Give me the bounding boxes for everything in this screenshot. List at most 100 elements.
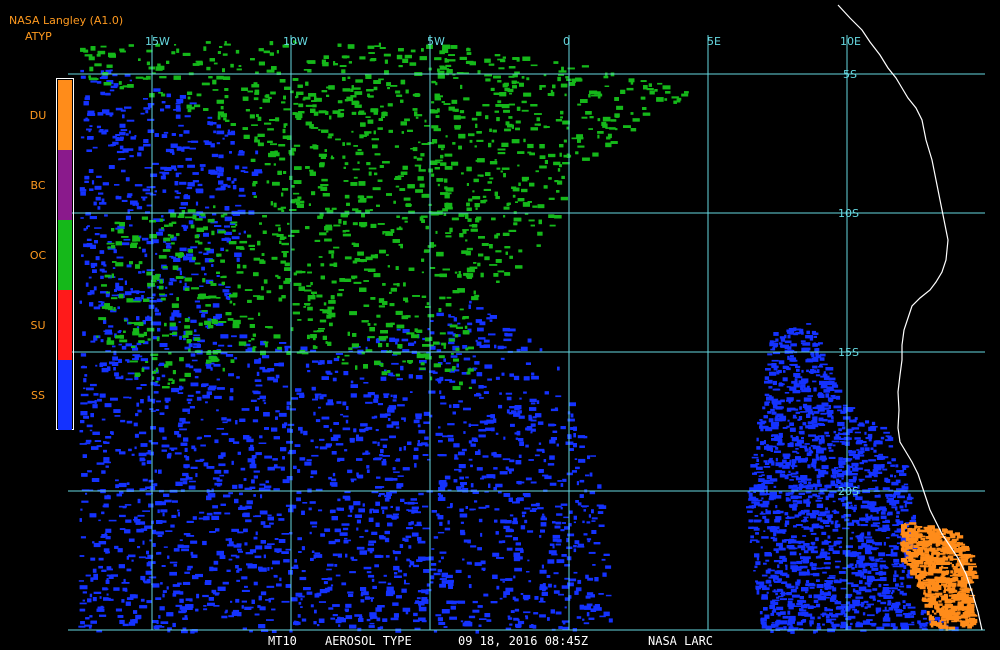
sea-salt-pixel xyxy=(479,618,487,620)
sea-salt-pixel xyxy=(752,472,755,475)
sea-salt-pixel xyxy=(765,368,771,371)
sea-salt-pixel xyxy=(590,594,595,598)
sea-salt-pixel xyxy=(778,369,782,374)
sea-salt-pixel xyxy=(785,497,789,502)
sea-salt-pixel xyxy=(763,466,771,468)
sea-salt-pixel xyxy=(833,540,842,544)
sea-salt-pixel xyxy=(154,483,158,487)
sea-salt-pixel xyxy=(366,469,370,473)
sea-salt-pixel xyxy=(828,456,836,459)
sea-salt-pixel xyxy=(444,527,451,531)
sea-salt-pixel xyxy=(540,517,547,521)
sea-salt-pixel xyxy=(811,566,817,571)
sea-salt-pixel xyxy=(79,300,82,304)
sea-salt-pixel xyxy=(456,353,462,355)
sea-salt-pixel xyxy=(505,466,509,470)
sea-salt-pixel xyxy=(228,373,234,377)
sea-salt-pixel xyxy=(185,363,191,368)
sea-salt-pixel xyxy=(110,397,118,401)
sea-salt-pixel xyxy=(857,423,862,427)
sea-salt-pixel xyxy=(881,571,887,576)
sea-salt-pixel xyxy=(825,525,830,527)
sea-salt-pixel xyxy=(123,578,126,583)
sea-salt-pixel xyxy=(550,609,555,614)
sea-salt-pixel xyxy=(213,363,221,367)
sea-salt-pixel xyxy=(774,519,780,523)
sea-salt-pixel xyxy=(370,598,373,602)
sea-salt-pixel xyxy=(808,424,816,430)
sea-salt-pixel xyxy=(758,585,767,588)
sea-salt-pixel xyxy=(878,571,882,575)
sea-salt-pixel xyxy=(804,571,810,576)
sea-salt-pixel xyxy=(516,348,521,352)
sea-salt-pixel xyxy=(129,79,132,82)
sea-salt-pixel xyxy=(825,615,830,619)
sea-salt-pixel xyxy=(780,598,787,601)
sea-salt-pixel xyxy=(812,606,816,608)
sea-salt-pixel xyxy=(129,155,134,158)
sea-salt-pixel xyxy=(459,513,468,518)
sea-salt-pixel xyxy=(215,528,220,532)
sea-salt-pixel xyxy=(878,594,881,597)
sea-salt-pixel xyxy=(501,372,505,376)
sea-salt-pixel xyxy=(515,437,518,440)
sea-salt-pixel xyxy=(776,509,780,512)
sea-salt-pixel xyxy=(84,175,90,180)
sea-salt-pixel xyxy=(886,512,891,516)
sea-salt-pixel xyxy=(799,426,803,430)
sea-salt-pixel xyxy=(156,620,159,624)
sea-salt-pixel xyxy=(810,616,815,620)
sea-salt-pixel xyxy=(822,623,825,626)
sea-salt-pixel xyxy=(175,105,181,110)
sea-salt-pixel xyxy=(240,467,246,471)
sea-salt-pixel xyxy=(199,285,204,287)
sea-salt-pixel xyxy=(285,504,294,507)
sea-salt-pixel xyxy=(135,202,139,206)
sea-salt-pixel xyxy=(776,627,783,630)
sea-salt-pixel xyxy=(539,348,543,352)
sea-salt-pixel xyxy=(850,504,853,507)
sea-salt-pixel xyxy=(790,355,794,358)
sea-salt-pixel xyxy=(310,557,314,561)
sea-salt-pixel xyxy=(113,587,120,591)
sea-salt-pixel xyxy=(121,242,130,246)
sea-salt-pixel xyxy=(769,478,778,482)
sea-salt-pixel xyxy=(873,442,877,447)
sea-salt-pixel xyxy=(144,525,152,529)
sea-salt-pixel xyxy=(555,521,562,525)
sea-salt-pixel xyxy=(864,447,870,452)
sea-salt-pixel xyxy=(297,469,301,473)
sea-salt-pixel xyxy=(829,372,833,375)
sea-salt-pixel xyxy=(484,613,491,618)
sea-salt-pixel xyxy=(83,189,87,192)
sea-salt-pixel xyxy=(375,522,380,527)
sea-salt-pixel xyxy=(829,612,833,615)
sea-salt-pixel xyxy=(365,450,369,455)
sea-salt-pixel xyxy=(313,621,317,625)
sea-salt-pixel xyxy=(573,443,577,448)
sea-salt-pixel xyxy=(186,398,193,402)
sea-salt-pixel xyxy=(121,169,126,173)
sea-salt-pixel xyxy=(788,399,791,404)
sea-salt-pixel xyxy=(416,597,421,600)
sea-salt-pixel xyxy=(297,614,301,618)
sea-salt-pixel xyxy=(126,119,135,122)
sea-salt-pixel xyxy=(433,536,439,539)
sea-salt-pixel xyxy=(413,564,419,568)
sea-salt-pixel xyxy=(873,472,876,477)
sea-salt-pixel xyxy=(440,402,447,405)
sea-salt-pixel xyxy=(795,331,801,335)
sea-salt-pixel xyxy=(761,536,769,539)
sea-salt-pixel xyxy=(113,367,116,371)
sea-salt-pixel xyxy=(893,577,897,582)
sea-salt-pixel xyxy=(771,340,777,343)
sea-salt-pixel xyxy=(803,481,807,485)
sea-salt-pixel xyxy=(122,623,129,627)
sea-salt-pixel xyxy=(776,529,779,532)
sea-salt-pixel xyxy=(798,492,805,495)
sea-salt-pixel xyxy=(176,313,182,318)
sea-salt-pixel xyxy=(315,446,319,449)
sea-salt-pixel xyxy=(884,477,889,483)
sea-salt-pixel xyxy=(83,118,90,122)
sea-salt-pixel xyxy=(519,397,522,400)
